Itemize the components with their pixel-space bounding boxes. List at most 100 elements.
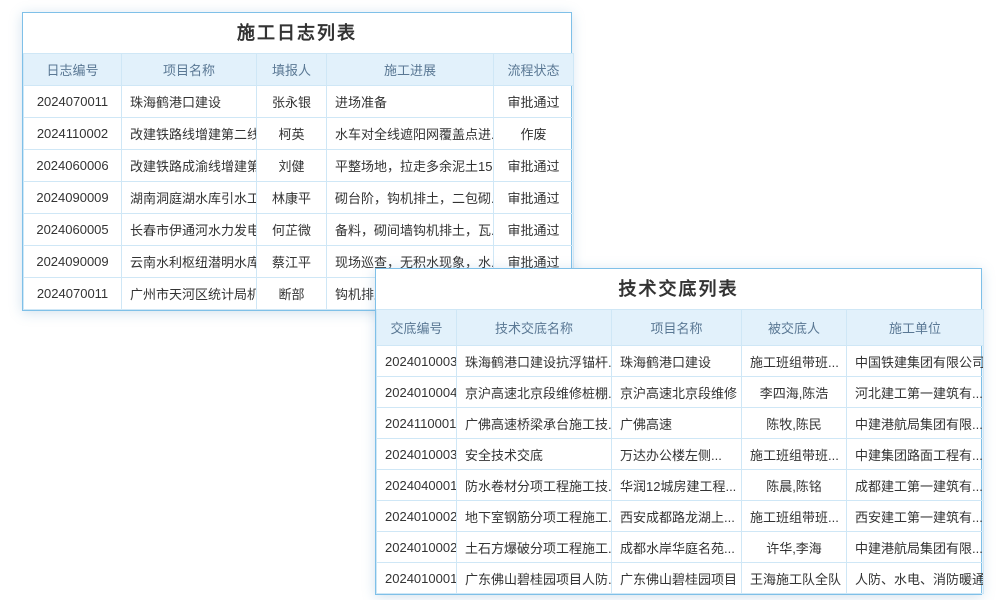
log-id-link[interactable]: 2024060006: [24, 150, 122, 182]
unit-cell: 河北建工第一建筑有...: [847, 377, 984, 408]
disclosure-id-link[interactable]: 2024110001: [377, 408, 457, 439]
disclosure-id-link[interactable]: 2024010003: [377, 346, 457, 377]
table-row: 2024060005 长春市伊通河水力发电厂... 何芷微 备料，砌间墙钩机排土…: [24, 214, 574, 246]
reporter-link[interactable]: 何芷微: [257, 214, 327, 246]
log-id-link[interactable]: 2024110002: [24, 118, 122, 150]
recipients-cell: 王海施工队全队: [742, 563, 847, 594]
table-row: 2024010003 安全技术交底 万达办公楼左侧... 施工班组带班... 中…: [377, 439, 984, 470]
col-header-reporter: 填报人: [257, 54, 327, 86]
recipients-cell: 施工班组带班...: [742, 501, 847, 532]
log-id-link[interactable]: 2024090009: [24, 246, 122, 278]
table-row: 2024070011 珠海鹤港口建设 张永银 进场准备 审批通过: [24, 86, 574, 118]
log-id-link[interactable]: 2024070011: [24, 278, 122, 310]
table-row: 2024010002 土石方爆破分项工程施工... 成都水岸华庭名苑... 许华…: [377, 532, 984, 563]
table-row: 2024110001 广佛高速桥梁承台施工技... 广佛高速 陈牧,陈民 中建港…: [377, 408, 984, 439]
recipients-cell: 施工班组带班...: [742, 439, 847, 470]
unit-cell: 人防、水电、消防暖通...: [847, 563, 984, 594]
table-row: 2024060006 改建铁路成渝线增建第二... 刘健 平整场地，拉走多余泥土…: [24, 150, 574, 182]
table-header-row: 日志编号 项目名称 填报人 施工进展 流程状态: [24, 54, 574, 86]
disclosure-id-link[interactable]: 2024010003: [377, 439, 457, 470]
status-badge: 审批通过: [494, 150, 574, 182]
col-header-disclosure-name: 技术交底名称: [457, 310, 612, 346]
tech-disclosure-title: 技术交底列表: [376, 269, 981, 309]
project-name-link[interactable]: 长春市伊通河水力发电厂...: [122, 214, 257, 246]
project-name-link[interactable]: 改建铁路线增建第二线直...: [122, 118, 257, 150]
progress-cell: 平整场地，拉走多余泥土15...: [327, 150, 494, 182]
project-name-link[interactable]: 广东佛山碧桂园项目: [612, 563, 742, 594]
reporter-link[interactable]: 张永银: [257, 86, 327, 118]
reporter-link[interactable]: 蔡江平: [257, 246, 327, 278]
reporter-link[interactable]: 柯英: [257, 118, 327, 150]
table-row: 2024110002 改建铁路线增建第二线直... 柯英 水车对全线遮阳网覆盖点…: [24, 118, 574, 150]
table-header-row: 交底编号 技术交底名称 项目名称 被交底人 施工单位: [377, 310, 984, 346]
recipients-cell: 陈晨,陈铭: [742, 470, 847, 501]
disclosure-id-link[interactable]: 2024010002: [377, 501, 457, 532]
unit-cell: 中建港航局集团有限...: [847, 532, 984, 563]
disclosure-name-link[interactable]: 珠海鹤港口建设抗浮锚杆...: [457, 346, 612, 377]
disclosure-id-link[interactable]: 2024010001: [377, 563, 457, 594]
project-name-link[interactable]: 云南水利枢纽潜明水库一...: [122, 246, 257, 278]
tech-disclosure-panel: 技术交底列表 交底编号 技术交底名称 项目名称 被交底人 施工单位 202401…: [375, 268, 982, 595]
recipients-cell: 施工班组带班...: [742, 346, 847, 377]
unit-cell: 成都建工第一建筑有...: [847, 470, 984, 501]
progress-cell: 进场准备: [327, 86, 494, 118]
unit-cell: 西安建工第一建筑有...: [847, 501, 984, 532]
reporter-link[interactable]: 断部: [257, 278, 327, 310]
table-row: 2024010003 珠海鹤港口建设抗浮锚杆... 珠海鹤港口建设 施工班组带班…: [377, 346, 984, 377]
disclosure-name-link[interactable]: 防水卷材分项工程施工技...: [457, 470, 612, 501]
disclosure-id-link[interactable]: 2024010004: [377, 377, 457, 408]
progress-cell: 砌台阶，钩机排土，二包砌...: [327, 182, 494, 214]
tech-disclosure-table: 交底编号 技术交底名称 项目名称 被交底人 施工单位 2024010003 珠海…: [376, 309, 984, 594]
col-header-unit: 施工单位: [847, 310, 984, 346]
log-id-link[interactable]: 2024060005: [24, 214, 122, 246]
status-badge: 审批通过: [494, 182, 574, 214]
disclosure-id-link[interactable]: 2024040001: [377, 470, 457, 501]
status-badge: 作废: [494, 118, 574, 150]
recipients-cell: 许华,李海: [742, 532, 847, 563]
table-row: 2024040001 防水卷材分项工程施工技... 华润12城房建工程... 陈…: [377, 470, 984, 501]
construction-log-panel: 施工日志列表 日志编号 项目名称 填报人 施工进展 流程状态 202407001…: [22, 12, 572, 311]
project-name-link[interactable]: 西安成都路龙湖上...: [612, 501, 742, 532]
disclosure-name-link[interactable]: 土石方爆破分项工程施工...: [457, 532, 612, 563]
disclosure-name-link[interactable]: 地下室钢筋分项工程施工...: [457, 501, 612, 532]
status-badge: 审批通过: [494, 214, 574, 246]
construction-log-title: 施工日志列表: [23, 13, 571, 53]
recipients-cell: 李四海,陈浩: [742, 377, 847, 408]
progress-cell: 水车对全线遮阳网覆盖点进...: [327, 118, 494, 150]
disclosure-name-link[interactable]: 安全技术交底: [457, 439, 612, 470]
project-name-link[interactable]: 广州市天河区统计局机房...: [122, 278, 257, 310]
project-name-link[interactable]: 广佛高速: [612, 408, 742, 439]
disclosure-name-link[interactable]: 广东佛山碧桂园项目人防...: [457, 563, 612, 594]
project-name-link[interactable]: 华润12城房建工程...: [612, 470, 742, 501]
reporter-link[interactable]: 刘健: [257, 150, 327, 182]
unit-cell: 中建港航局集团有限...: [847, 408, 984, 439]
status-badge: 审批通过: [494, 86, 574, 118]
col-header-log-id: 日志编号: [24, 54, 122, 86]
disclosure-name-link[interactable]: 京沪高速北京段维修桩棚...: [457, 377, 612, 408]
project-name-link[interactable]: 万达办公楼左侧...: [612, 439, 742, 470]
table-row: 2024010002 地下室钢筋分项工程施工... 西安成都路龙湖上... 施工…: [377, 501, 984, 532]
reporter-link[interactable]: 林康平: [257, 182, 327, 214]
project-name-link[interactable]: 改建铁路成渝线增建第二...: [122, 150, 257, 182]
col-header-project-name: 项目名称: [612, 310, 742, 346]
recipients-cell: 陈牧,陈民: [742, 408, 847, 439]
table-row: 2024010001 广东佛山碧桂园项目人防... 广东佛山碧桂园项目 王海施工…: [377, 563, 984, 594]
col-header-progress: 施工进展: [327, 54, 494, 86]
col-header-disclosure-id: 交底编号: [377, 310, 457, 346]
project-name-link[interactable]: 湖南洞庭湖水库引水工程...: [122, 182, 257, 214]
disclosure-name-link[interactable]: 广佛高速桥梁承台施工技...: [457, 408, 612, 439]
table-row: 2024090009 湖南洞庭湖水库引水工程... 林康平 砌台阶，钩机排土，二…: [24, 182, 574, 214]
project-name-link[interactable]: 珠海鹤港口建设: [122, 86, 257, 118]
col-header-recipients: 被交底人: [742, 310, 847, 346]
col-header-status: 流程状态: [494, 54, 574, 86]
project-name-link[interactable]: 京沪高速北京段维修: [612, 377, 742, 408]
project-name-link[interactable]: 成都水岸华庭名苑...: [612, 532, 742, 563]
log-id-link[interactable]: 2024090009: [24, 182, 122, 214]
disclosure-id-link[interactable]: 2024010002: [377, 532, 457, 563]
project-name-link[interactable]: 珠海鹤港口建设: [612, 346, 742, 377]
table-row: 2024010004 京沪高速北京段维修桩棚... 京沪高速北京段维修 李四海,…: [377, 377, 984, 408]
log-id-link[interactable]: 2024070011: [24, 86, 122, 118]
unit-cell: 中国铁建集团有限公司: [847, 346, 984, 377]
col-header-project-name: 项目名称: [122, 54, 257, 86]
unit-cell: 中建集团路面工程有...: [847, 439, 984, 470]
